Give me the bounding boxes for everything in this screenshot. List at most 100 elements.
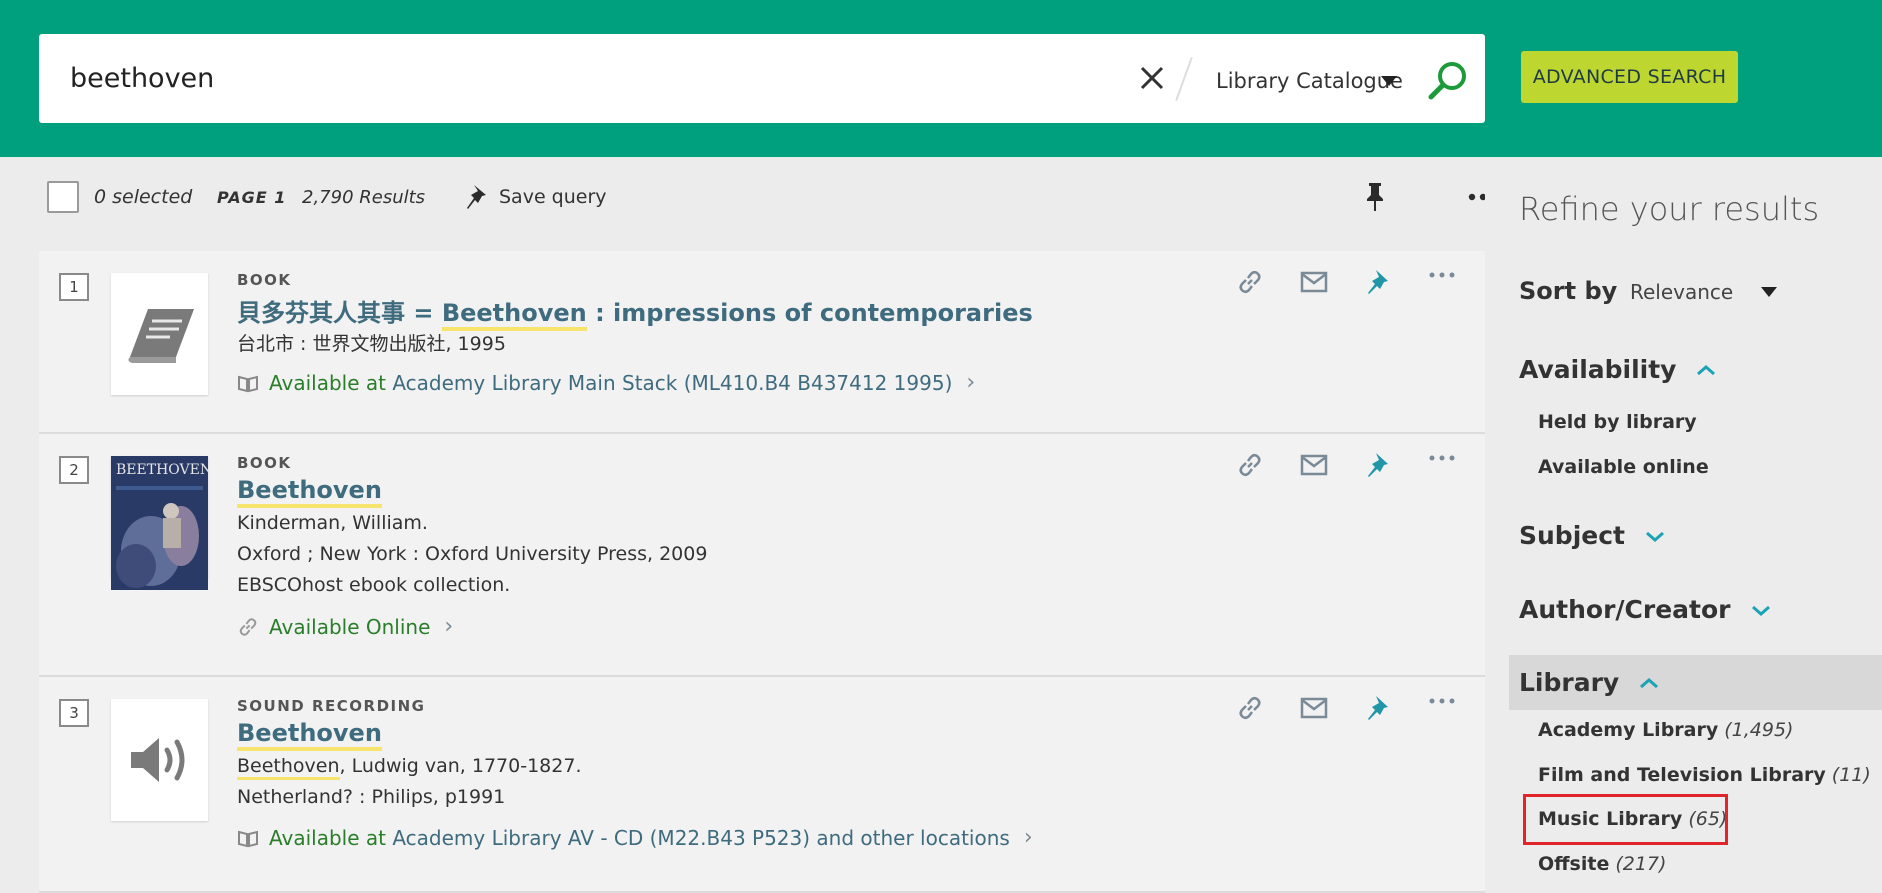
- email-button[interactable]: [1296, 264, 1332, 300]
- title-text: 貝多芬其人其事 =: [237, 299, 442, 327]
- clear-search-button[interactable]: [1135, 56, 1169, 100]
- facet-option-count: (1,495): [1724, 719, 1794, 741]
- chevron-down-icon: [1751, 604, 1771, 616]
- save-query-button[interactable]: Save query: [465, 179, 607, 215]
- facet-option-name: Academy Library: [1538, 719, 1719, 741]
- facet-library[interactable]: Library: [1519, 668, 1659, 697]
- result-type: SOUND RECORDING: [237, 697, 426, 715]
- mail-icon: [1300, 697, 1328, 719]
- save-query-label: Save query: [499, 186, 607, 208]
- result-more-button[interactable]: [1424, 257, 1460, 293]
- mail-icon: [1300, 454, 1328, 476]
- search-scope-dropdown[interactable]: Library Catalogue: [1209, 61, 1445, 101]
- permalink-button[interactable]: [1232, 447, 1268, 483]
- availability-status: Available at: [269, 370, 386, 395]
- book-open-icon: [238, 830, 258, 847]
- mail-icon: [1300, 271, 1328, 293]
- result-title[interactable]: 貝多芬其人其事 = Beethoven : impressions of con…: [237, 293, 1033, 331]
- search-input[interactable]: [70, 56, 1100, 100]
- search-button[interactable]: [1426, 58, 1470, 102]
- result-publication: Netherland? : Philips, p1991: [237, 786, 506, 808]
- pin-icon: [1368, 270, 1388, 294]
- result-number: 3: [59, 699, 89, 727]
- results-count: 2,790 Results: [302, 187, 426, 208]
- facet-author-creator[interactable]: Author/Creator: [1519, 595, 1771, 624]
- select-all-checkbox[interactable]: [47, 181, 79, 213]
- chevron-up-icon: [1639, 677, 1659, 689]
- facet-option-offsite[interactable]: Offsite (217): [1538, 853, 1666, 875]
- highlight-box: [1523, 794, 1728, 845]
- book-cover-thumbnail[interactable]: BEETHOVEN: [111, 456, 208, 590]
- result-number: 2: [59, 456, 89, 484]
- search-box: Library Catalogue: [39, 34, 1485, 123]
- facet-label: Library: [1519, 668, 1620, 697]
- facet-label: Subject: [1519, 521, 1625, 550]
- link-icon: [239, 617, 257, 636]
- speaker-icon: [130, 738, 184, 782]
- refine-sidebar: Refine your results Sort by Relevance Av…: [1485, 157, 1882, 893]
- result-type: BOOK: [237, 454, 292, 472]
- chevron-right-icon: ›: [966, 370, 976, 395]
- availability-link[interactable]: Available at Academy Library AV - CD (M2…: [237, 825, 1033, 850]
- ellipsis-icon: [1429, 272, 1455, 278]
- availability-location: Academy Library Main Stack (ML410.B4 B43…: [392, 370, 953, 395]
- book-thumbnail[interactable]: [111, 273, 208, 395]
- permalink-button[interactable]: [1232, 690, 1268, 726]
- sort-by-label: Sort by: [1519, 277, 1618, 305]
- availability-status: Available Online: [269, 614, 431, 639]
- cover-title: BEETHOVEN: [116, 462, 208, 478]
- result-publication: 台北市 : 世界文物出版社, 1995: [237, 333, 506, 355]
- permalink-button[interactable]: [1232, 264, 1268, 300]
- chevron-right-icon: ›: [1023, 825, 1033, 850]
- link-icon: [1239, 270, 1261, 294]
- facet-option[interactable]: Available online: [1538, 456, 1709, 478]
- close-icon: [1140, 66, 1164, 90]
- email-button[interactable]: [1296, 447, 1332, 483]
- facet-option-film-tv-library[interactable]: Film and Television Library (11): [1538, 764, 1871, 786]
- email-button[interactable]: [1296, 690, 1332, 726]
- chevron-down-icon: [1645, 530, 1665, 542]
- book-icon: [127, 309, 194, 363]
- facet-availability[interactable]: Availability: [1519, 355, 1716, 384]
- facet-option-academy-library[interactable]: Academy Library (1,495): [1538, 719, 1793, 741]
- result-title[interactable]: Beethoven: [237, 476, 382, 508]
- result-more-button[interactable]: [1424, 440, 1460, 476]
- link-icon: [1239, 453, 1261, 477]
- advanced-search-button[interactable]: ADVANCED SEARCH: [1521, 51, 1738, 103]
- author-highlight: Beethoven: [237, 755, 340, 780]
- title-highlight: Beethoven: [237, 476, 382, 508]
- result-author: Kinderman, William.: [237, 512, 428, 534]
- availability-link[interactable]: Available Online ›: [237, 614, 453, 639]
- result-number: 1: [59, 273, 89, 301]
- author-rest: , Ludwig van, 1770-1827.: [339, 755, 582, 777]
- sound-recording-thumbnail[interactable]: [111, 699, 208, 821]
- result-item: 2 BEETHOVEN BOOK Beethoven Kinderman, Wi…: [39, 434, 1485, 677]
- result-item: 3 SOUND RECORDING Beethoven Beethoven, L…: [39, 677, 1485, 893]
- refine-heading: Refine your results: [1519, 190, 1820, 228]
- availability-link[interactable]: Available at Academy Library Main Stack …: [237, 370, 975, 395]
- selected-count: 0 selected: [94, 186, 193, 208]
- facet-option-count: (11): [1831, 764, 1871, 786]
- result-item: 1 BOOK 貝多芬其人其事 = Beethoven : impressions…: [39, 251, 1485, 434]
- search-header: Library Catalogue ADVANCED SEARCH: [0, 0, 1882, 157]
- pin-icon: [1367, 183, 1383, 211]
- facet-option-count: (217): [1615, 853, 1667, 875]
- chevron-right-icon: ›: [444, 614, 454, 639]
- divider: [1175, 57, 1193, 101]
- result-more-button[interactable]: [1424, 683, 1460, 719]
- result-publication: Oxford ; New York : Oxford University Pr…: [237, 543, 708, 565]
- chevron-up-icon: [1696, 364, 1716, 376]
- facet-subject[interactable]: Subject: [1519, 521, 1665, 550]
- ellipsis-icon: [1429, 698, 1455, 704]
- pin-result-button[interactable]: [1360, 447, 1396, 483]
- pin-result-button[interactable]: [1360, 690, 1396, 726]
- availability-status: Available at: [269, 825, 386, 850]
- pinned-items-button[interactable]: [1357, 179, 1393, 215]
- pin-result-button[interactable]: [1360, 264, 1396, 300]
- book-cover-image: BEETHOVEN: [111, 456, 208, 590]
- link-icon: [1239, 696, 1261, 720]
- chevron-down-icon: [1761, 287, 1777, 297]
- result-title[interactable]: Beethoven: [237, 719, 382, 751]
- title-text: : impressions of contemporaries: [586, 299, 1033, 327]
- facet-option[interactable]: Held by library: [1538, 411, 1697, 433]
